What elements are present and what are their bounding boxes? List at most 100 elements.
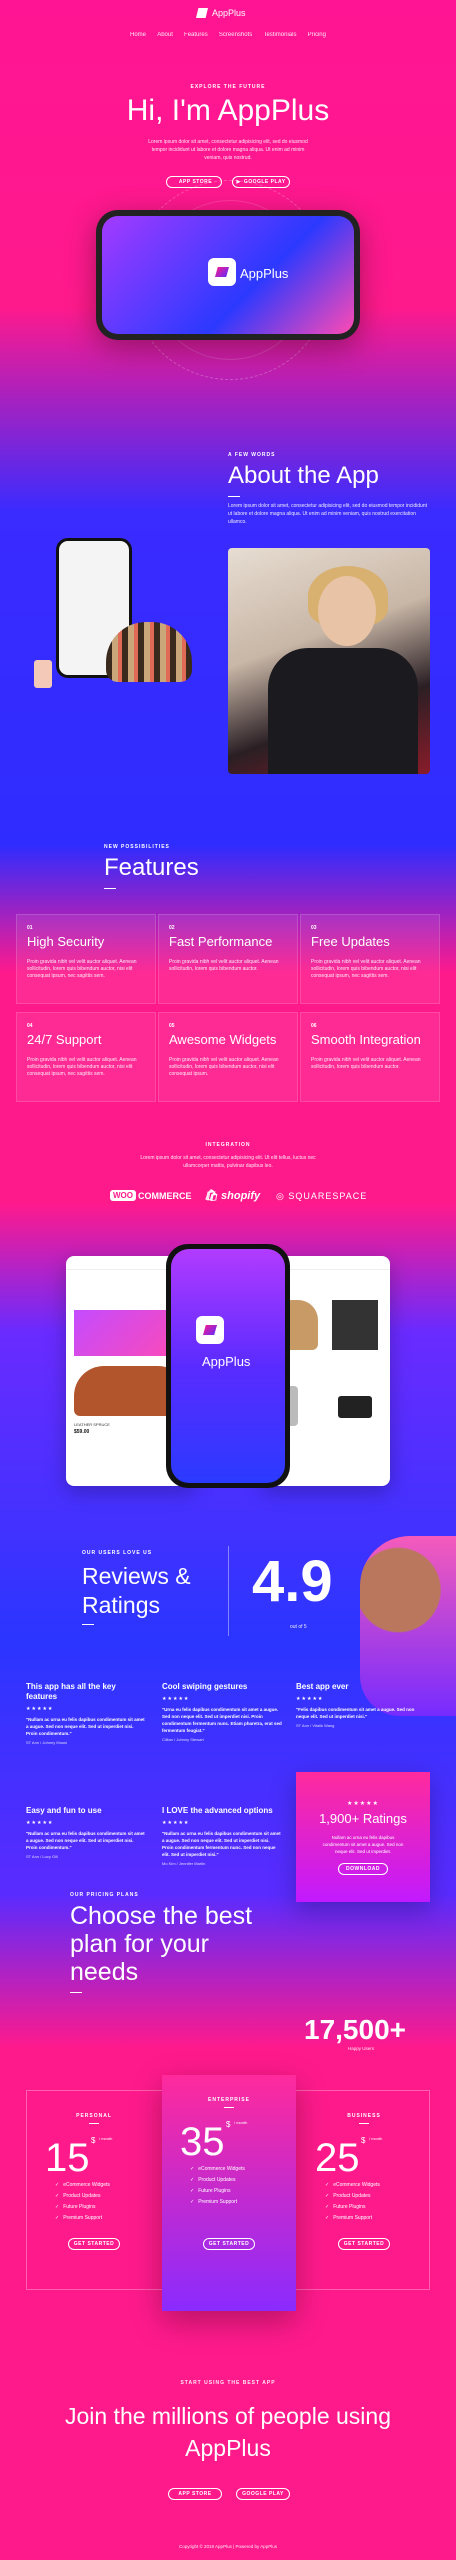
about-divider (228, 496, 240, 497)
ratings-card: ★★★★★ 1,900+ Ratings Nullam ac urna eu f… (296, 1772, 430, 1902)
feature-card: 01 High Security Proin gravida nibh vel … (16, 914, 156, 1004)
pricing-plans: PERSONAL 15 $ / month eCommerce Widgets … (26, 2075, 431, 2311)
get-started-button[interactable]: GET STARTED (68, 2238, 120, 2250)
rating-out-of: out of 5 (290, 1624, 307, 1630)
ratings-card-count: 1,900+ Ratings (319, 1811, 407, 1826)
plan-period: / month (369, 2136, 383, 2141)
plan-feature: eCommerce Widgets (190, 2164, 296, 2175)
review-text: "Felis dapibus condimentum sit amet a au… (296, 1707, 415, 1719)
squarespace-icon: ◎ (276, 1191, 285, 1201)
happy-users-label: Happy Users (348, 2046, 375, 2051)
nav-link-screenshots[interactable]: Screenshots (219, 32, 252, 38)
reviews-vertical-divider (228, 1546, 229, 1636)
plan-name: BUSINESS (347, 2113, 381, 2119)
nav-link-features[interactable]: Features (184, 32, 208, 38)
review-item: I LOVE the advanced options ★★★★★ "Nulla… (162, 1806, 282, 1866)
feature-number: 05 (169, 1023, 175, 1029)
pricing-title: Choose the best plan for your needs (70, 1902, 253, 1986)
plan-currency: $ (361, 2136, 366, 2145)
feature-number: 04 (27, 1023, 33, 1029)
handbag-image (106, 622, 192, 682)
review-text: "Nullam ac urna eu felis dapibus condime… (162, 1831, 281, 1857)
download-button[interactable]: DOWNLOAD (338, 1863, 388, 1875)
woo-text: COMMERCE (138, 1190, 192, 1201)
review-title: Cool swiping gestures (162, 1682, 248, 1691)
plan-feature: eCommerce Widgets (55, 2180, 161, 2191)
pricing-divider (70, 1992, 82, 1993)
review-author: Mo Kim / Jennifer Martin (162, 1861, 206, 1866)
feature-title: Free Updates (311, 934, 390, 949)
perfume-image (34, 660, 52, 688)
review-stars: ★★★★★ (296, 1696, 324, 1702)
plan-feature: eCommerce Widgets (325, 2180, 431, 2191)
get-started-button[interactable]: GET STARTED (338, 2238, 390, 2250)
review-text: "Urna eu felis dapibus condimentum sit a… (162, 1707, 282, 1733)
review-author: Cillian / Johnny Stewart (162, 1737, 204, 1742)
reviews-divider (82, 1624, 94, 1625)
plan-feature: Product Updates (325, 2191, 431, 2202)
about-title: About the App (228, 462, 379, 489)
plan-amount: 15 (45, 2136, 90, 2180)
cta-title: Join the millions of people using AppPlu… (64, 2403, 392, 2461)
nav-link-home[interactable]: Home (130, 32, 146, 38)
shopify-bag-icon: 🛍 (204, 1190, 218, 1202)
feature-number: 06 (311, 1023, 317, 1029)
squarespace-logo: ◎ SQUARESPACE (276, 1191, 367, 1202)
plan-currency: $ (91, 2136, 96, 2145)
feature-text: Proin gravida nibh vel velit auctor aliq… (27, 1057, 137, 1077)
plan-currency: $ (226, 2120, 231, 2129)
plan-business: BUSINESS 25 $ / month eCommerce Widgets … (297, 2091, 431, 2291)
feature-card: 04 24/7 Support Proin gravida nibh vel v… (16, 1012, 156, 1102)
plan-personal: PERSONAL 15 $ / month eCommerce Widgets … (27, 2091, 161, 2291)
feature-title: 24/7 Support (27, 1032, 102, 1047)
about-text: Lorem ipsum dolor sit amet, consectetur … (228, 503, 427, 525)
plan-feature: Premium Support (55, 2213, 161, 2224)
about-photo (228, 548, 430, 774)
feature-card: 03 Free Updates Proin gravida nibh vel v… (300, 914, 440, 1004)
squarespace-text: SQUARESPACE (288, 1191, 368, 1201)
woocommerce-logo: WOO COMMERCE (110, 1190, 192, 1201)
brand-name: AppPlus (212, 8, 246, 18)
feature-number: 02 (169, 925, 175, 931)
ratings-card-text: Nullam ac urna eu felis dapibus condimen… (322, 1835, 404, 1854)
features-divider (104, 888, 116, 889)
app-logo-icon (208, 258, 236, 286)
feature-number: 03 (311, 925, 317, 931)
review-author: ST Ann / Vitalik Wang (296, 1723, 335, 1728)
nav-link-about[interactable]: About (157, 32, 173, 38)
hero-title: Hi, I'm AppPlus (126, 94, 330, 127)
review-item: Easy and fun to use ★★★★★ "Nullam ac urn… (26, 1806, 146, 1859)
feature-text: Proin gravida nibh vel velit auctor aliq… (169, 959, 279, 972)
plan-amount: 35 (180, 2120, 225, 2164)
review-text: "Nullam ac urna eu felis dapibus condime… (26, 1717, 145, 1736)
integration-text: Lorem ipsum dolor sit amet, consectetur … (140, 1155, 316, 1169)
integration-phone-app-name: AppPlus (202, 1354, 251, 1369)
happy-users-count: 17,500+ (304, 2014, 406, 2045)
nav-link-pricing[interactable]: Pricing (308, 32, 326, 38)
review-author: ST Ann / Johnny Mussi (26, 1740, 67, 1745)
plan-feature: Premium Support (325, 2213, 431, 2224)
logo-mark-icon (196, 8, 208, 18)
shopify-logo: 🛍 shopify (204, 1189, 260, 1202)
review-stars: ★★★★★ (162, 1820, 190, 1826)
brand-logo[interactable]: AppPlus (196, 8, 246, 18)
ratings-card-stars: ★★★★★ (347, 1801, 379, 1807)
plan-feature: Premium Support (190, 2197, 296, 2208)
feature-title: Fast Performance (169, 934, 273, 949)
integration-eyebrow: INTEGRATION (205, 1142, 251, 1148)
cta-google-play-button[interactable]: GOOGLE PLAY (236, 2488, 290, 2500)
shopify-text: shopify (221, 1190, 261, 1202)
get-started-button[interactable]: GET STARTED (203, 2238, 255, 2250)
plan-name: ENTERPRISE (208, 2097, 250, 2103)
review-stars: ★★★★★ (162, 1696, 190, 1702)
review-item: Best app ever ★★★★★ "Felis dapibus condi… (296, 1682, 416, 1728)
plan-feature: Product Updates (190, 2175, 296, 2186)
feature-number: 01 (27, 925, 33, 931)
cta-app-store-button[interactable]: APP STORE (168, 2488, 222, 2500)
plan-name: PERSONAL (76, 2113, 112, 2119)
plan-feature: Future Plugins (325, 2202, 431, 2213)
hero-phone-app-name: AppPlus (240, 266, 289, 281)
reviews-title: Reviews & Ratings (82, 1563, 191, 1618)
app-logo-icon (196, 1316, 224, 1344)
nav-link-testimonials[interactable]: Testimonials (263, 32, 296, 38)
